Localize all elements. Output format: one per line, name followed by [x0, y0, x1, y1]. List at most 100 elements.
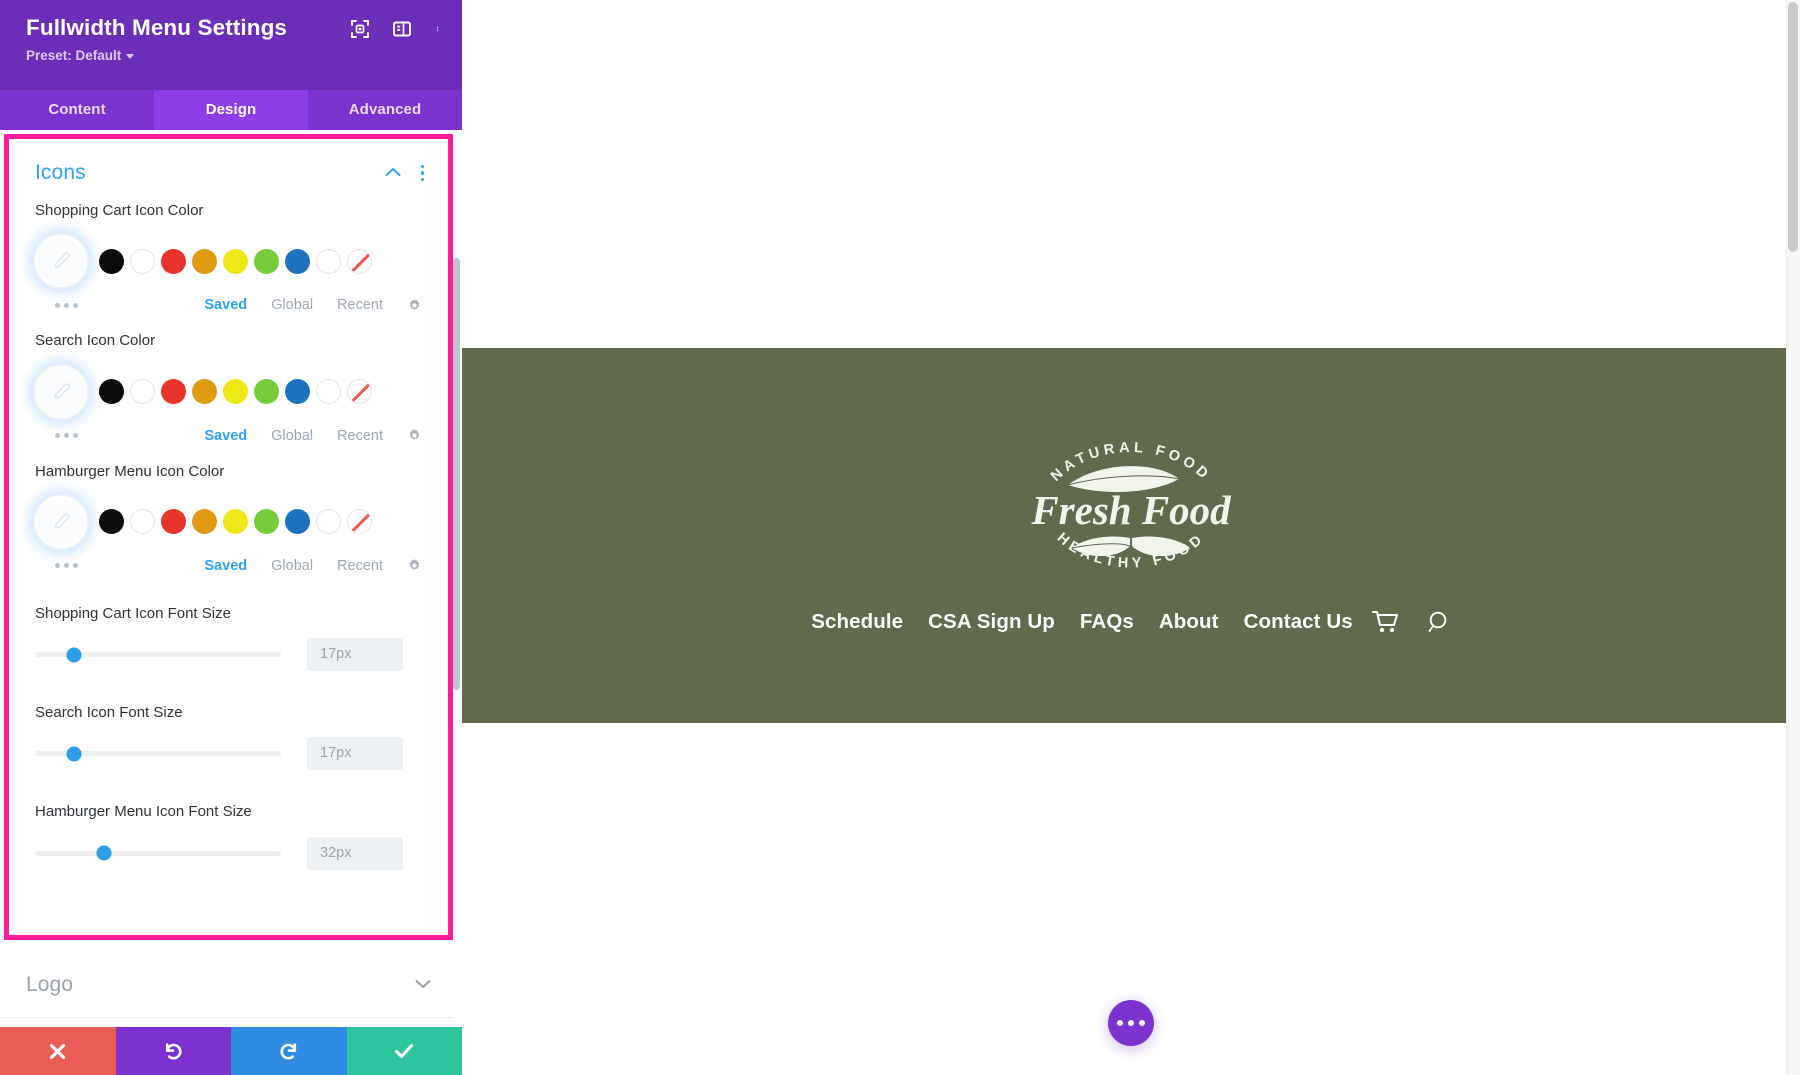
palette-drag-handle[interactable] — [55, 302, 78, 308]
color-picker-button[interactable] — [35, 495, 87, 548]
save-button[interactable] — [346, 1027, 462, 1075]
palette-tab-recent[interactable]: Recent — [337, 558, 383, 574]
palette-settings-gear-icon[interactable] — [407, 298, 422, 313]
palette-tab-global[interactable]: Global — [271, 297, 313, 313]
tab-advanced[interactable]: Advanced — [308, 90, 462, 130]
site-logo: NATURAL FOOD HEALTHY FOOD Fresh Food — [1006, 438, 1256, 588]
swatch-black[interactable] — [99, 379, 124, 404]
ellipsis-dot — [1128, 1020, 1134, 1026]
hamburger-size-slider[interactable] — [35, 845, 281, 861]
palette-tab-saved[interactable]: Saved — [204, 428, 247, 444]
panel-scrollbar-track[interactable] — [453, 130, 461, 1027]
color-picker-button[interactable] — [35, 365, 87, 418]
more-options-icon[interactable] — [435, 20, 440, 38]
field-shopping-cart-icon-color: Shopping Cart Icon Color — [9, 201, 448, 288]
swatch-transparent[interactable] — [347, 379, 372, 404]
swatch-blue[interactable] — [285, 248, 310, 274]
swatch-orange[interactable] — [192, 248, 217, 274]
panel-action-bar — [0, 1027, 462, 1075]
swatch-red[interactable] — [161, 379, 186, 404]
nav-item-csa-sign-up[interactable]: CSA Sign Up — [928, 610, 1055, 634]
palette-settings-gear-icon[interactable] — [407, 558, 422, 573]
palette-drag-handle[interactable] — [55, 563, 78, 569]
nav-item-about[interactable]: About — [1159, 610, 1219, 634]
shopping-cart-size-slider[interactable] — [35, 647, 281, 662]
swatch-green[interactable] — [254, 248, 279, 274]
cancel-button[interactable] — [0, 1027, 116, 1075]
shopping-cart-size-value[interactable]: 17px — [307, 638, 403, 671]
swatch-yellow[interactable] — [223, 509, 248, 535]
field-label: Search Icon Color — [35, 332, 156, 350]
field-search-icon-color: Search Icon Color — [9, 331, 448, 418]
palette-settings-gear-icon[interactable] — [407, 428, 422, 443]
swatch-blue[interactable] — [285, 379, 310, 404]
palette-tab-recent[interactable]: Recent — [337, 428, 383, 444]
swatch-black[interactable] — [99, 509, 124, 535]
swatch-orange[interactable] — [192, 379, 217, 404]
search-size-slider[interactable] — [35, 746, 281, 762]
swatch-white-2[interactable] — [316, 379, 341, 404]
swatch-yellow[interactable] — [223, 379, 248, 404]
swatch-white[interactable] — [130, 379, 155, 404]
field-shopping-cart-icon-font-size: Shopping Cart Icon Font Size — [9, 604, 448, 624]
module-settings-panel: Fullwidth Menu Settings Preset: Default … — [0, 0, 462, 1075]
field-label: Search Icon Font Size — [35, 704, 183, 721]
chevron-up-icon[interactable] — [385, 164, 401, 182]
palette-tab-saved[interactable]: Saved — [204, 558, 247, 574]
panel-scrollbar-thumb[interactable] — [453, 258, 460, 690]
search-icon[interactable] — [1427, 610, 1451, 634]
swatch-green[interactable] — [254, 509, 279, 535]
swatch-white[interactable] — [130, 248, 155, 274]
close-icon — [48, 1042, 67, 1061]
section-icons-header[interactable]: Icons — [9, 139, 448, 201]
swatch-white-2[interactable] — [316, 509, 341, 535]
field-label: Hamburger Menu Icon Color — [35, 462, 225, 480]
nav-item-contact-us[interactable]: Contact Us — [1244, 610, 1353, 634]
focus-target-icon[interactable] — [351, 20, 369, 38]
color-picker-button[interactable] — [35, 235, 87, 288]
section-logo[interactable]: Logo — [0, 952, 453, 1018]
fullwidth-menu-module[interactable]: NATURAL FOOD HEALTHY FOOD Fresh Food — [462, 348, 1800, 723]
page-scrollbar-thumb[interactable] — [1788, 2, 1798, 252]
primary-navigation: Schedule CSA Sign Up FAQs About Contact … — [811, 610, 1451, 634]
slider-knob[interactable] — [96, 845, 112, 861]
redo-button[interactable] — [231, 1027, 347, 1075]
swatch-black[interactable] — [99, 248, 124, 274]
preset-selector[interactable]: Preset: Default — [26, 48, 440, 63]
tab-design[interactable]: Design — [154, 90, 308, 130]
nav-item-schedule[interactable]: Schedule — [811, 610, 903, 634]
swatch-red[interactable] — [161, 248, 186, 274]
hamburger-size-value[interactable]: 32px — [307, 836, 403, 870]
page-scrollbar-track[interactable] — [1786, 0, 1800, 1075]
panel-layout-icon[interactable] — [393, 20, 411, 38]
swatch-blue[interactable] — [285, 509, 310, 535]
palette-drag-handle[interactable] — [55, 433, 78, 438]
panel-header: Fullwidth Menu Settings Preset: Default — [0, 0, 462, 90]
section-options-icon[interactable] — [419, 163, 427, 184]
field-search-icon-font-size: Search Icon Font Size — [9, 703, 448, 723]
palette-tab-recent[interactable]: Recent — [337, 297, 383, 313]
swatch-red[interactable] — [161, 509, 186, 535]
palette-tab-saved[interactable]: Saved — [204, 297, 247, 313]
swatch-orange[interactable] — [192, 509, 217, 535]
slider-knob[interactable] — [66, 647, 82, 662]
check-icon — [393, 1040, 415, 1062]
page-settings-fab[interactable] — [1108, 1000, 1154, 1046]
swatch-yellow[interactable] — [223, 248, 248, 274]
swatch-white[interactable] — [130, 509, 155, 535]
nav-item-faqs[interactable]: FAQs — [1080, 610, 1134, 634]
slider-knob[interactable] — [66, 746, 82, 762]
palette-tab-global[interactable]: Global — [271, 558, 313, 574]
undo-button[interactable] — [115, 1027, 231, 1075]
chevron-down-icon[interactable] — [415, 976, 431, 994]
tab-content[interactable]: Content — [0, 90, 154, 130]
swatch-transparent[interactable] — [347, 248, 372, 274]
swatch-white-2[interactable] — [316, 248, 341, 274]
slider-row-search-size: 17px — [9, 737, 448, 771]
swatch-green[interactable] — [254, 379, 279, 404]
field-hamburger-menu-icon-color: Hamburger Menu Icon Color — [9, 462, 448, 548]
palette-tab-global[interactable]: Global — [271, 428, 313, 444]
swatch-transparent[interactable] — [347, 509, 372, 535]
shopping-cart-icon[interactable] — [1371, 610, 1398, 634]
search-size-value[interactable]: 17px — [307, 737, 403, 771]
